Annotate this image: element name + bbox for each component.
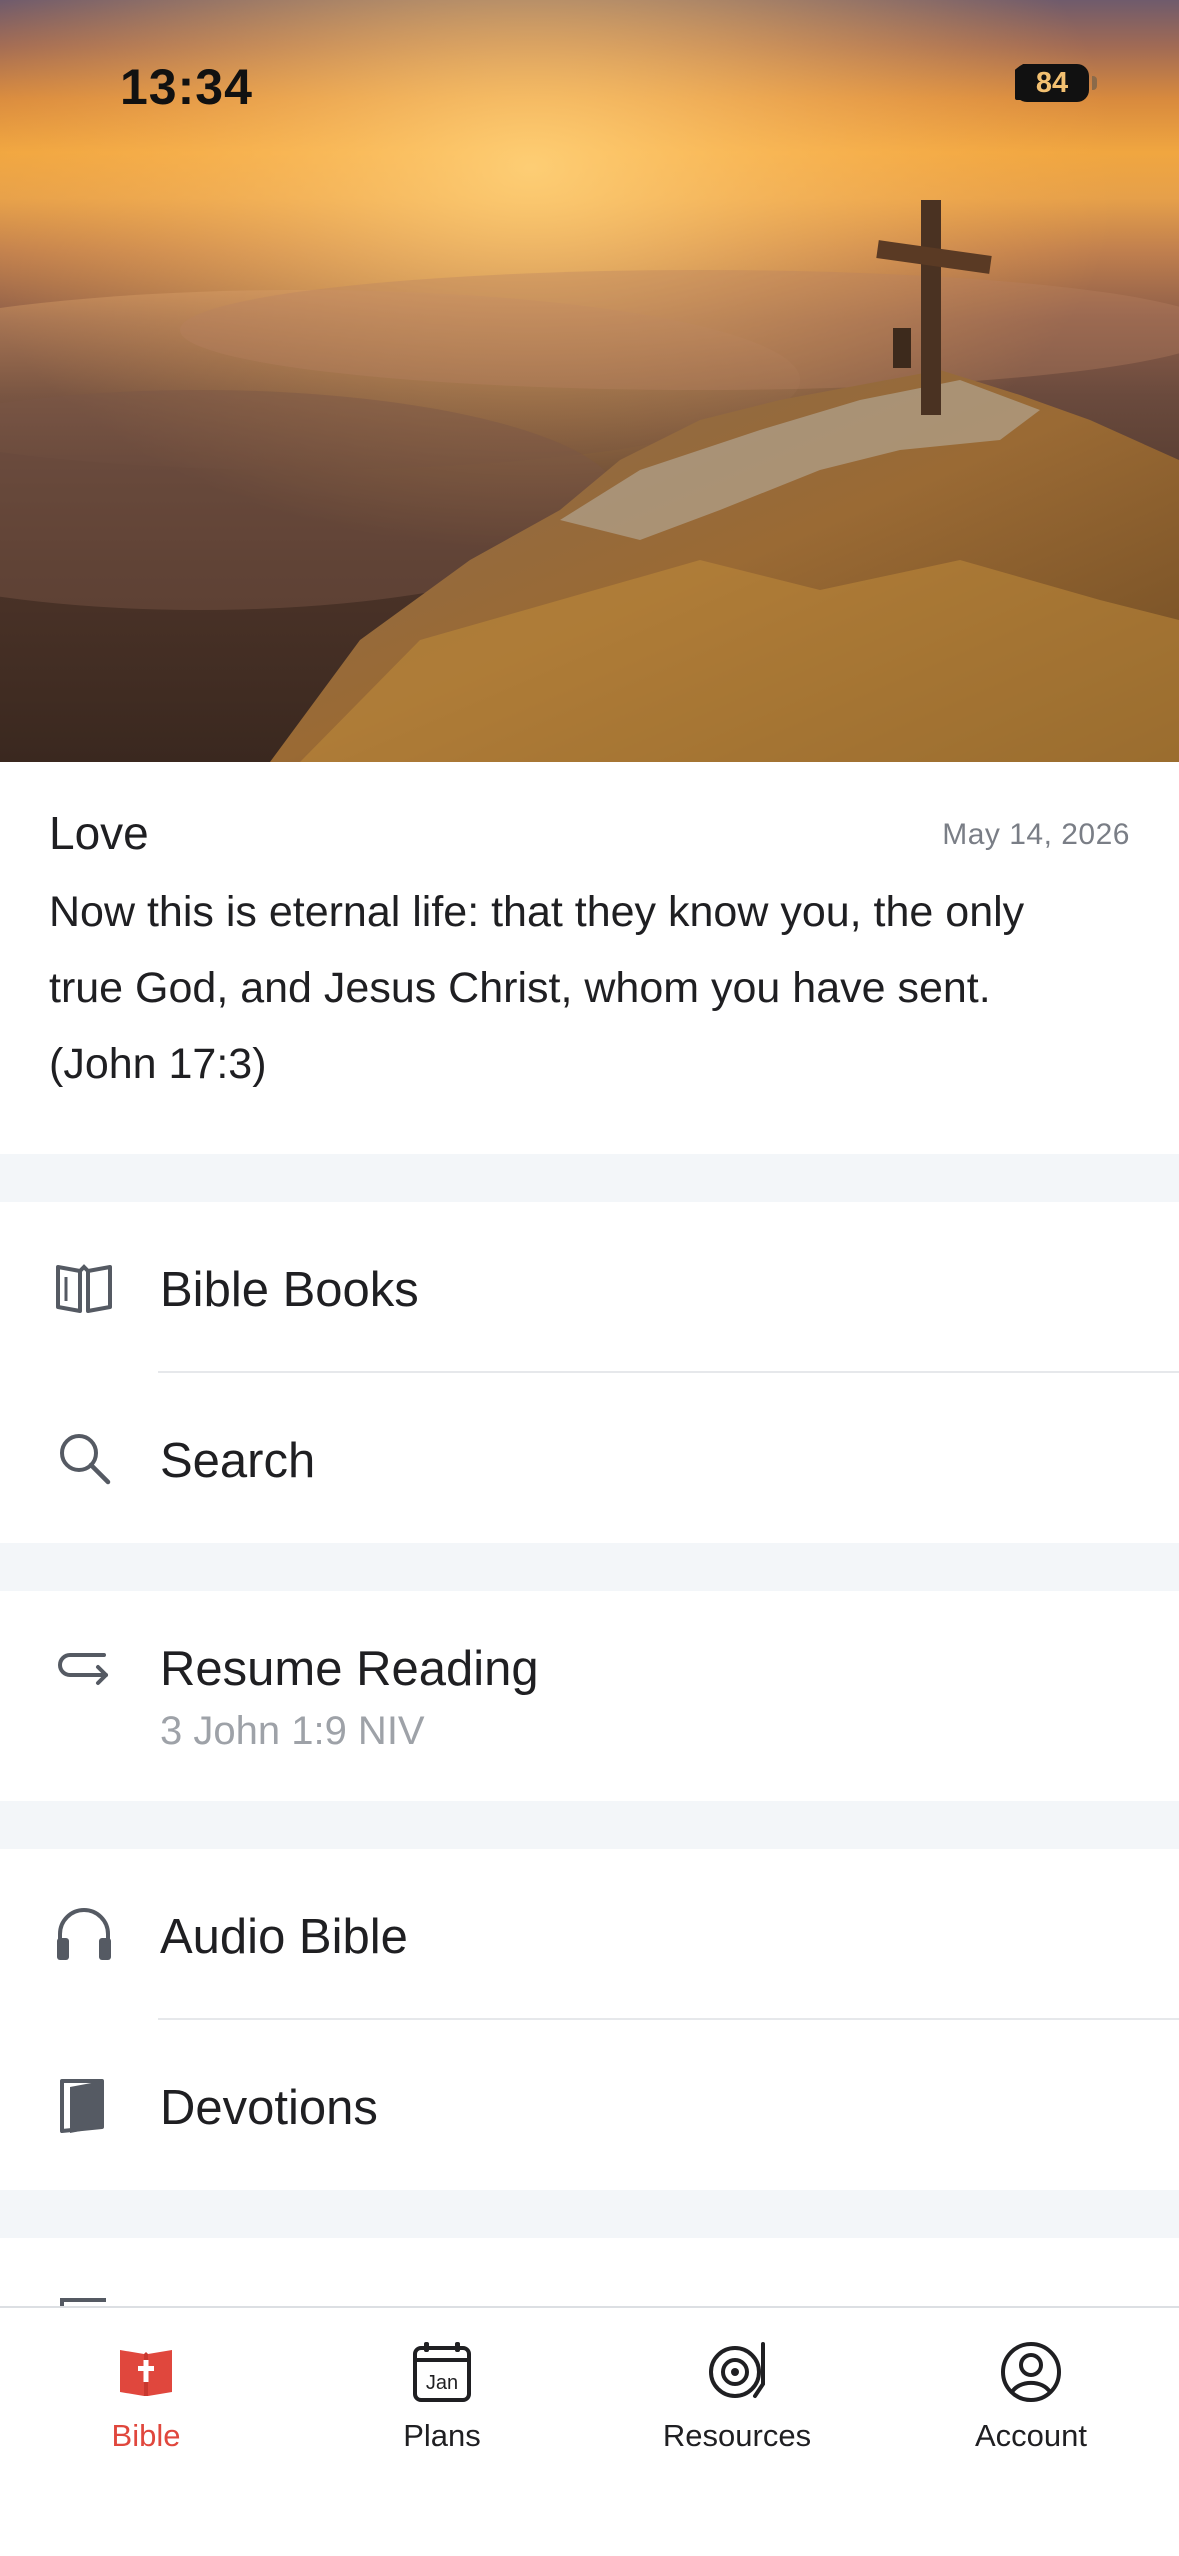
audio-bible-row[interactable]: Audio Bible bbox=[0, 1849, 1179, 2019]
verse-text: Now this is eternal life: that they know… bbox=[49, 888, 1025, 1088]
bible-books-row[interactable]: Bible Books bbox=[0, 1202, 1179, 1372]
verse-hero-image: 13:34 84 bbox=[0, 0, 1179, 762]
resume-reading-row[interactable]: Resume Reading 3 John 1:9 NIV bbox=[0, 1591, 1179, 1801]
account-icon bbox=[1001, 2342, 1061, 2402]
verse-of-day-card[interactable]: Love May 14, 2026 Now this is eternal li… bbox=[0, 762, 1179, 1154]
search-icon bbox=[60, 1434, 111, 1485]
bottom-tab-bar: Bible Jan Plans Resources Account bbox=[0, 2306, 1179, 2556]
tab-resources[interactable]: Resources bbox=[637, 2308, 837, 2508]
return-arrow-icon bbox=[58, 1653, 108, 1685]
devotion-book-icon bbox=[60, 2079, 104, 2133]
devotions-row[interactable]: Devotions bbox=[0, 2020, 1179, 2190]
section-separator bbox=[0, 1543, 1179, 1591]
open-book-icon bbox=[56, 1264, 112, 1313]
status-time: 13:34 bbox=[120, 59, 253, 115]
tab-plans[interactable]: Jan Plans bbox=[342, 2308, 542, 2508]
bible-icon bbox=[120, 2350, 172, 2396]
tab-account[interactable]: Account bbox=[931, 2308, 1131, 2508]
tab-bible[interactable]: Bible bbox=[46, 2308, 246, 2508]
bible-books-label: Bible Books bbox=[160, 1263, 419, 1317]
record-player-icon bbox=[709, 2342, 765, 2398]
tab-bible-label: Bible bbox=[111, 2418, 181, 2453]
verse-title: Love bbox=[49, 807, 149, 859]
resume-reading-reference: 3 John 1:9 NIV bbox=[160, 1709, 425, 1753]
verse-date: May 14, 2026 bbox=[942, 818, 1130, 851]
tab-plans-label: Plans bbox=[403, 2418, 481, 2453]
section-separator bbox=[0, 1154, 1179, 1202]
section-separator bbox=[0, 2190, 1179, 2238]
next-menu-row[interactable] bbox=[0, 2238, 1179, 2306]
search-row[interactable]: Search bbox=[0, 1373, 1179, 1543]
calendar-icon: Jan bbox=[413, 2342, 471, 2402]
tab-account-label: Account bbox=[974, 2418, 1087, 2453]
search-label: Search bbox=[160, 1434, 316, 1488]
devotions-label: Devotions bbox=[160, 2081, 378, 2135]
battery-indicator: 84 bbox=[1015, 64, 1097, 102]
calendar-icon-text: Jan bbox=[426, 2372, 458, 2394]
headphones-icon bbox=[57, 1908, 111, 1960]
tab-resources-label: Resources bbox=[662, 2418, 812, 2453]
audio-bible-label: Audio Bible bbox=[160, 1910, 408, 1964]
home-screen: 13:34 84 Love May 14, 2026 Now this is e… bbox=[0, 0, 1179, 2556]
resume-reading-label: Resume Reading bbox=[160, 1642, 539, 1696]
status-icons: 84 bbox=[1015, 64, 1097, 102]
section-separator bbox=[0, 1801, 1179, 1849]
